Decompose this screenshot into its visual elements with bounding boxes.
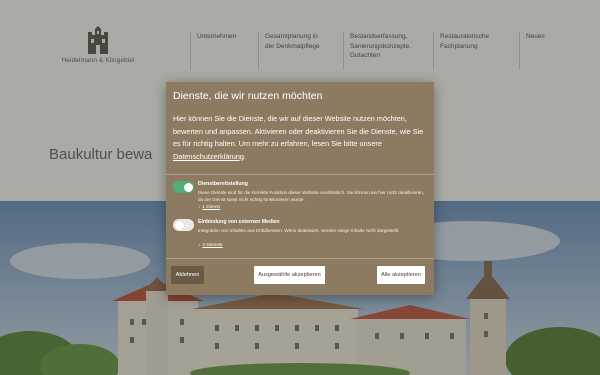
- service-count-label: 1 Dienst: [202, 205, 221, 210]
- service-title: Dienstbereitstellung: [198, 181, 248, 187]
- cookie-consent-modal: Dienste, die wir nutzen möchten Hier kön…: [166, 82, 434, 295]
- privacy-policy-link[interactable]: Datenschutzerklärung: [173, 152, 244, 161]
- divider: [166, 174, 434, 175]
- service-count-label: 2 Dienste: [202, 243, 223, 248]
- reject-button[interactable]: Ablehnen: [171, 266, 204, 284]
- consent-intro-end: .: [243, 151, 247, 161]
- toggle-knob: [183, 182, 193, 192]
- service-description: Integration von Inhalten aus Drittdienst…: [198, 228, 400, 233]
- consent-intro-text: Hier können Sie die Dienste, die wir auf…: [173, 114, 424, 148]
- chevron-down-icon: ↓: [198, 243, 201, 248]
- service-title: Einbindung von externen Medien: [198, 219, 280, 225]
- accept-selected-button[interactable]: Ausgewählte akzeptieren: [254, 266, 325, 284]
- essential-services-toggle[interactable]: [173, 181, 194, 193]
- accept-all-button[interactable]: Alle akzeptieren: [377, 266, 425, 284]
- consent-title: Dienste, die wir nutzen möchten: [173, 90, 323, 102]
- chevron-down-icon: ↓: [198, 205, 201, 210]
- service-count-link[interactable]: ↓ 2 Dienste: [198, 243, 223, 248]
- service-count-link[interactable]: ↓ 1 Dienst: [198, 205, 220, 210]
- service-group-external-media: Einbindung von externen Medien Integrati…: [173, 219, 429, 255]
- toggle-knob: [174, 220, 184, 230]
- consent-intro: Hier können Sie die Dienste, die wir auf…: [173, 113, 431, 163]
- service-group-essential: Dienstbereitstellung Diese Dienste sind …: [173, 181, 429, 217]
- service-description: Diese Dienste sind für die korrekte Funk…: [198, 190, 425, 202]
- external-media-toggle[interactable]: [173, 219, 194, 231]
- divider: [166, 258, 434, 259]
